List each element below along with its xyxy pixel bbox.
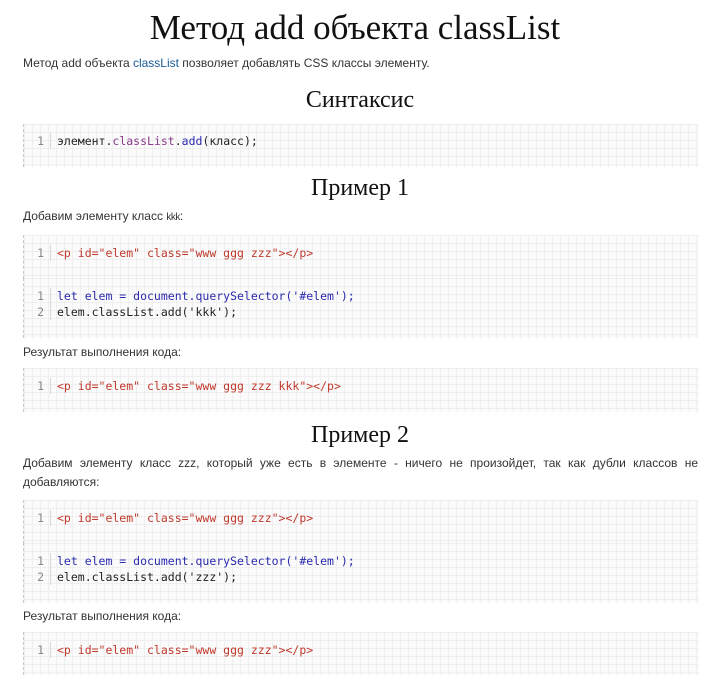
code-text: elem.classList.add('kkk'); <box>57 305 238 319</box>
code-line: 1 <p id="elem" class="www ggg zzz"></p> <box>24 510 699 526</box>
code-token: (класс); <box>202 134 258 148</box>
line-number: 1 <box>24 245 51 261</box>
line-number: 1 <box>24 378 51 394</box>
line-number: 1 <box>24 642 51 658</box>
code-line: 1 let elem = document.querySelector('#ele… <box>24 553 699 569</box>
example2-description: Добавим элементу класс zzz, который уже … <box>23 456 698 489</box>
intro-text-end: позволяет добавлять CSS классы элементу. <box>178 56 430 70</box>
example1-desc-colon: : <box>179 209 184 223</box>
code-token: . <box>174 134 182 148</box>
code-line: 2 elem.classList.add('zzz'); <box>24 569 699 585</box>
line-number: 1 <box>24 133 51 149</box>
code-line: 1 <p id="elem" class="www ggg zzz"></p> <box>24 245 699 261</box>
intro-paragraph: Метод add объекта classList позволяет до… <box>23 54 698 73</box>
example2-result-code: 1 <p id="elem" class="www ggg zzz"></p> <box>23 632 699 675</box>
example2-js-code: 1 let elem = document.querySelector('#ele… <box>23 543 699 603</box>
code-token: classList <box>112 134 175 148</box>
code-text: <p id="elem" class="www ggg zzz kkk"></p… <box>57 379 341 393</box>
code-line: 1 элемент.classList.add(класс); <box>24 133 699 149</box>
example1-description: Добавим элементу класс kkk: <box>23 207 698 227</box>
code-text: <p id="elem" class="www ggg zzz"></p> <box>57 511 314 525</box>
example1-js-code: 1 let elem = document.querySelector('#ele… <box>23 278 699 338</box>
example1-desc-text: Добавим элементу класс <box>23 209 167 223</box>
code-text: <p id="elem" class="www ggg zzz"></p> <box>57 246 314 260</box>
code-token: элемент <box>57 134 106 148</box>
syntax-heading: Синтаксис <box>305 87 415 113</box>
example1-heading: Пример 1 <box>310 175 409 201</box>
page-title: Метод add объекта classList <box>149 8 561 47</box>
example1-result-label: Результат выполнения кода: <box>23 345 182 359</box>
example1-html-code: 1 <p id="elem" class="www ggg zzz"></p> <box>23 235 699 279</box>
line-number: 1 <box>24 510 51 526</box>
line-number: 1 <box>24 288 51 304</box>
code-text: let elem = document.querySelector('#elem… <box>57 289 355 303</box>
example2-heading: Пример 2 <box>310 422 409 448</box>
example2-html-code: 1 <p id="elem" class="www ggg zzz"></p> <box>23 500 699 544</box>
code-text: <p id="elem" class="www ggg zzz"></p> <box>57 643 314 657</box>
classlist-link[interactable]: classList <box>133 56 179 70</box>
code-token: add <box>181 134 203 148</box>
line-number: 2 <box>24 569 51 585</box>
line-number: 2 <box>24 304 51 320</box>
example1-result-code: 1 <p id="elem" class="www ggg zzz kkk"></… <box>23 368 699 412</box>
line-number: 1 <box>24 553 51 569</box>
example2-result-label: Результат выполнения кода: <box>23 609 182 623</box>
example1-desc-class: kkk <box>166 212 180 223</box>
intro-text: Метод add объекта <box>23 56 133 70</box>
code-text: let elem = document.querySelector('#elem… <box>57 554 355 568</box>
code-line: 1 <p id="elem" class="www ggg zzz kkk"></… <box>24 378 699 394</box>
syntax-code-block: 1 элемент.classList.add(класс); <box>23 124 699 167</box>
code-text: elem.classList.add('zzz'); <box>57 570 238 584</box>
code-line: 2 elem.classList.add('kkk'); <box>24 304 699 320</box>
code-line: 1 <p id="elem" class="www ggg zzz"></p> <box>24 642 699 658</box>
code-line: 1 let elem = document.querySelector('#ele… <box>24 288 699 304</box>
